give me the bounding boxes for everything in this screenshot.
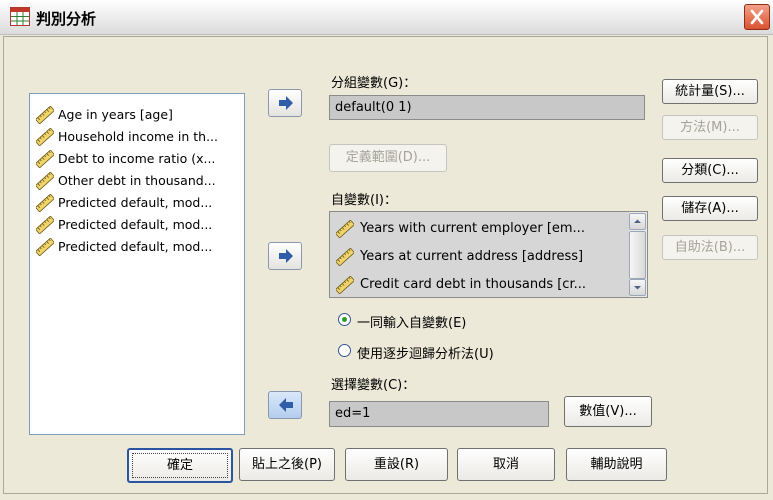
window-title: 判別分析: [36, 10, 97, 28]
focus-ring: [132, 453, 228, 478]
move-to-selection-button[interactable]: [268, 391, 302, 419]
define-range-button[interactable]: 定義範圍(D)...: [329, 144, 447, 172]
scale-variable-icon: [36, 172, 54, 190]
save-button[interactable]: 儲存(A)...: [662, 196, 758, 221]
statistics-button[interactable]: 統計量(S)...: [662, 79, 758, 104]
scale-variable-icon: [36, 128, 54, 146]
selection-variable-field[interactable]: ed=1: [329, 401, 549, 427]
scale-variable-icon: [336, 220, 354, 238]
scale-variable-icon: [336, 248, 354, 266]
scroll-thumb[interactable]: [629, 231, 646, 279]
move-to-grouping-button[interactable]: [268, 89, 302, 117]
scale-variable-icon: [36, 106, 54, 124]
source-variable-list[interactable]: Age in years [age] Household income in t…: [29, 93, 245, 435]
reset-button[interactable]: 重設(R): [345, 448, 448, 481]
arrow-left-icon: [279, 398, 293, 412]
cancel-button[interactable]: 取消: [457, 448, 555, 481]
independents-list[interactable]: Years with current employer [em... Years…: [329, 211, 648, 298]
independents-scrollbar[interactable]: [629, 212, 647, 297]
title-bar: 判別分析: [0, 0, 773, 35]
discriminant-analysis-icon: [10, 7, 30, 26]
scale-variable-icon: [36, 238, 54, 256]
paste-button[interactable]: 貼上之後(P): [239, 448, 335, 481]
scroll-down-button[interactable]: [629, 279, 646, 296]
method-button[interactable]: 方法(M)...: [662, 115, 758, 140]
classify-button[interactable]: 分類(C)...: [662, 158, 758, 183]
grouping-variable-field[interactable]: default(0 1): [329, 95, 645, 120]
scale-variable-icon: [36, 216, 54, 234]
scale-variable-icon: [36, 150, 54, 168]
move-to-independents-button[interactable]: [268, 242, 302, 270]
help-button[interactable]: 輔助說明: [566, 448, 667, 481]
bootstrap-button[interactable]: 自助法(B)...: [662, 235, 758, 260]
chevron-down-icon: [634, 286, 641, 290]
value-button[interactable]: 數值(V)...: [564, 396, 652, 427]
scroll-up-button[interactable]: [629, 213, 646, 230]
scale-variable-icon: [36, 194, 54, 212]
close-button[interactable]: [744, 4, 770, 30]
close-icon: [750, 9, 764, 25]
radio-checked-icon: [338, 313, 351, 326]
ok-button[interactable]: 確定: [127, 448, 233, 483]
arrow-right-icon: [279, 96, 293, 110]
arrow-right-icon: [279, 249, 293, 263]
radio-unchecked-icon: [338, 344, 351, 357]
independents-label: 自變數(I)：: [331, 193, 397, 208]
grouping-variable-label: 分組變數(G)：: [331, 76, 417, 91]
selection-variable-label: 選擇變數(C)：: [331, 378, 416, 393]
chevron-up-icon: [634, 219, 641, 223]
scale-variable-icon: [336, 276, 354, 294]
